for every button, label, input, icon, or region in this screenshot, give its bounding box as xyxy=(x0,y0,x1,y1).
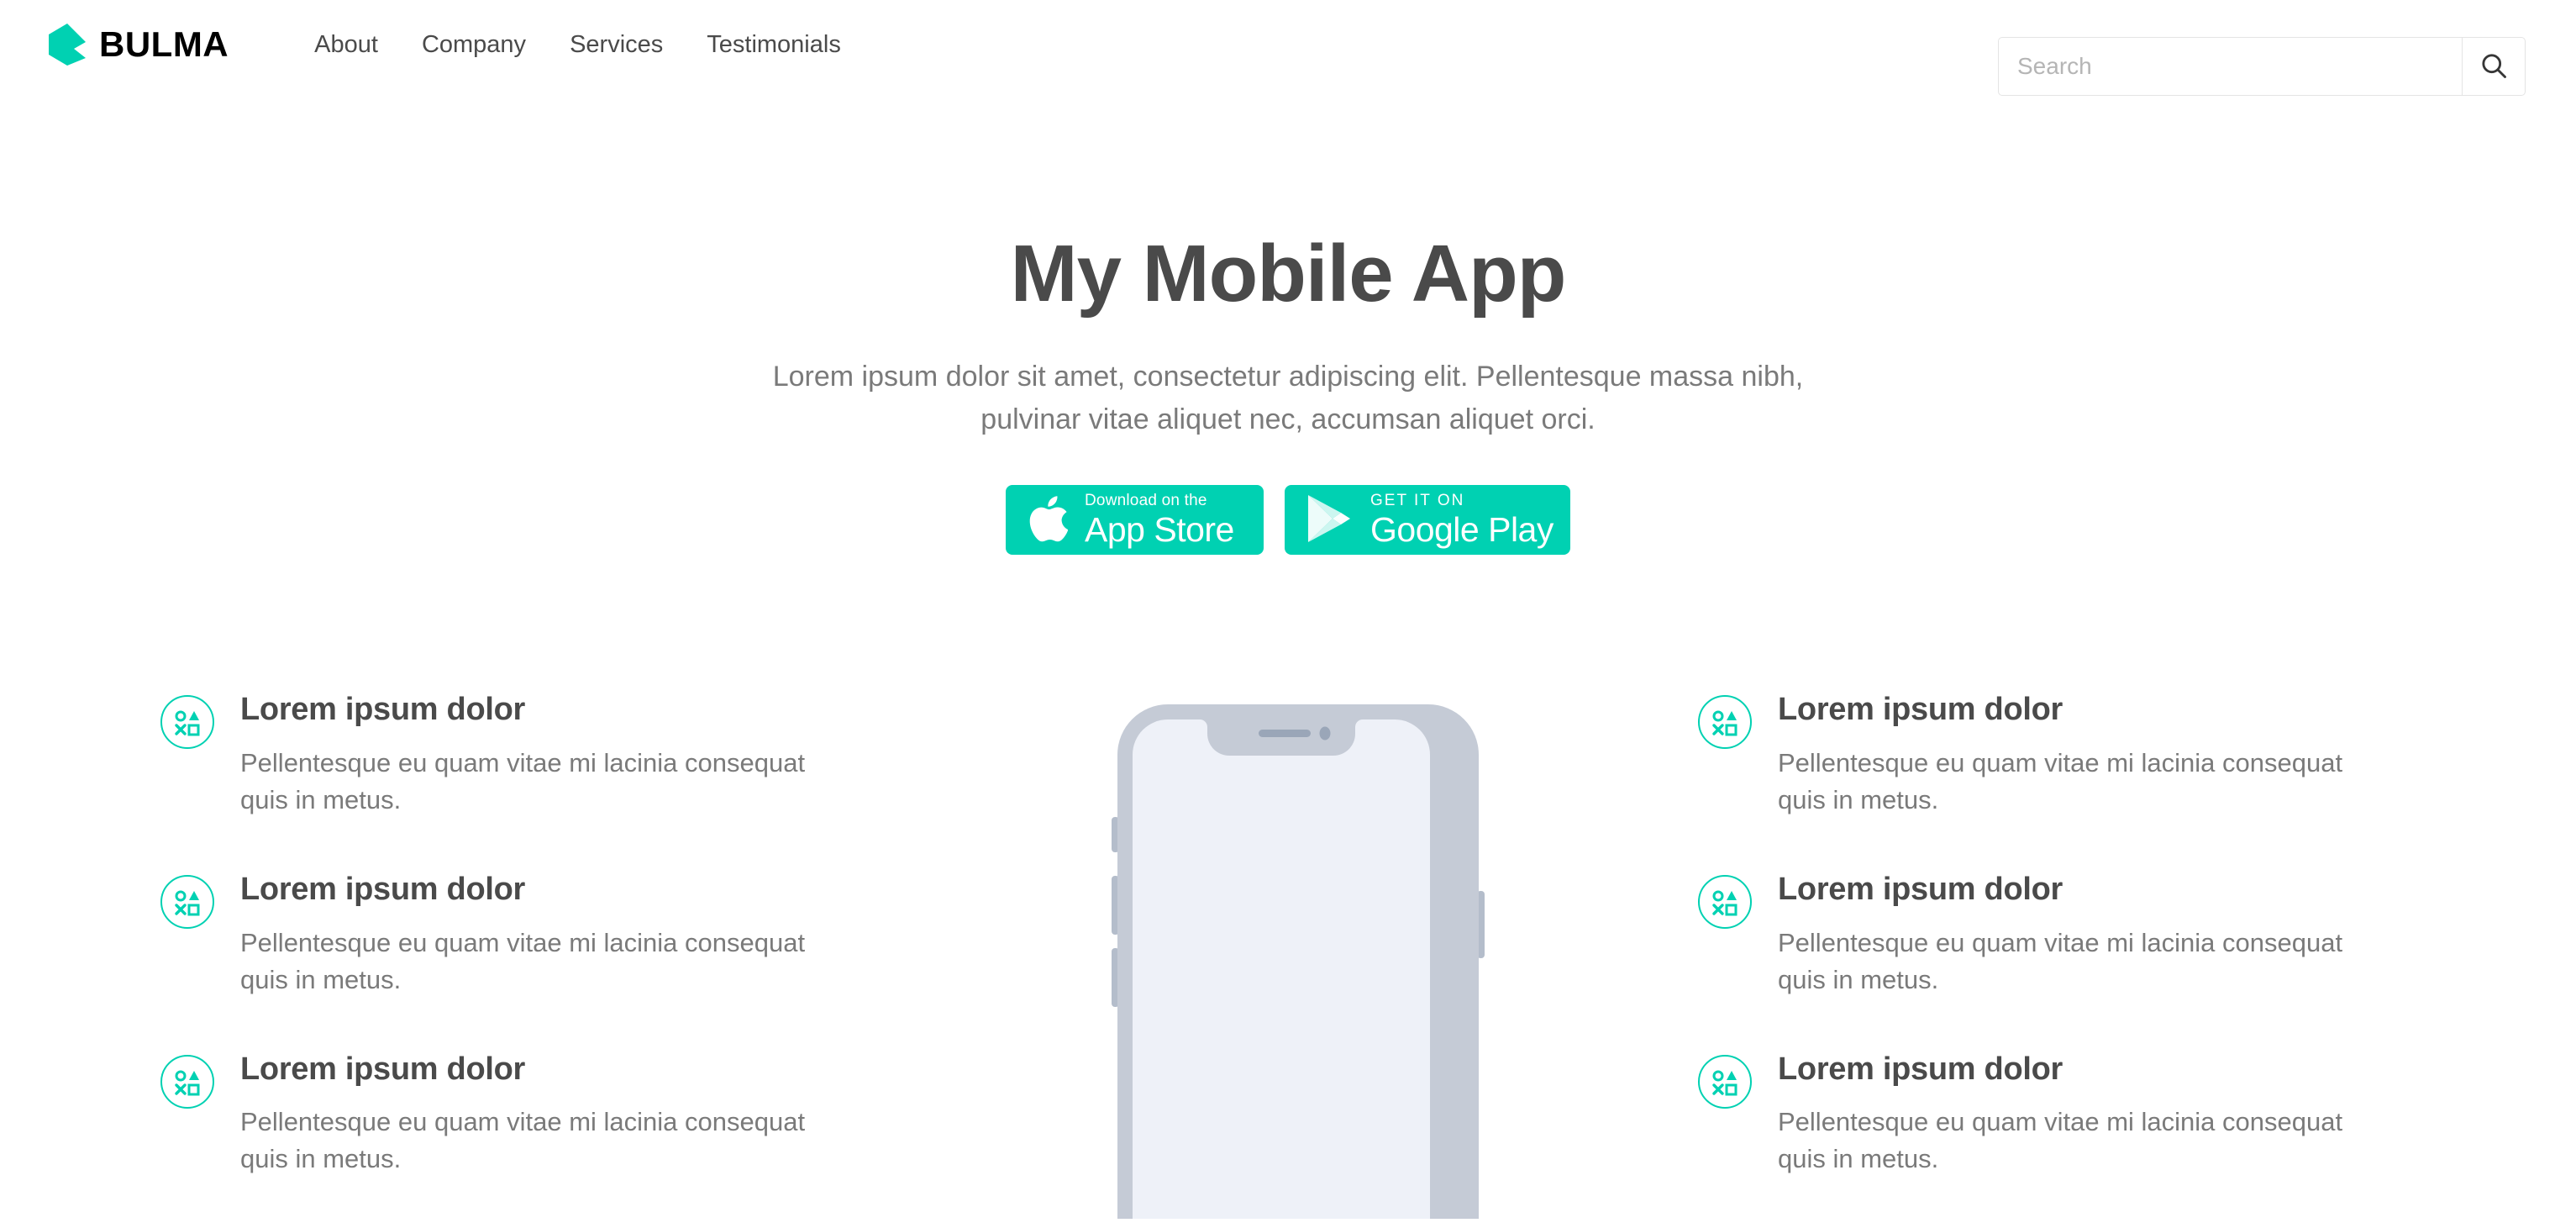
feature-title: Lorem ipsum dolor xyxy=(240,692,526,727)
phone-mockup xyxy=(1096,704,1500,1219)
feature-body: Lorem ipsum dolor Pellentesque eu quam v… xyxy=(240,689,845,819)
page-title: My Mobile App xyxy=(1010,229,1567,319)
app-store-small-text: Download on the xyxy=(1085,491,1207,509)
app-store-large-text: App Store xyxy=(1085,509,1234,549)
feature-item: Lorem ipsum dolor Pellentesque eu quam v… xyxy=(1697,689,2420,819)
feature-title: Lorem ipsum dolor xyxy=(1778,1051,2063,1087)
feature-item: Lorem ipsum dolor Pellentesque eu quam v… xyxy=(1697,869,2420,999)
nav-link-services[interactable]: Services xyxy=(568,28,665,62)
brand-name: BULMA xyxy=(99,24,229,64)
store-badges: Download on the App Store GET IT ON Goog… xyxy=(0,484,2576,555)
features-column-left: Lorem ipsum dolor Pellentesque eu quam v… xyxy=(160,689,882,1228)
nav-link-company[interactable]: Company xyxy=(420,28,528,62)
feature-item: Lorem ipsum dolor Pellentesque eu quam v… xyxy=(160,1049,882,1178)
shapes-circle-icon xyxy=(160,1054,215,1109)
feature-item: Lorem ipsum dolor Pellentesque eu quam v… xyxy=(160,869,882,999)
feature-title: Lorem ipsum dolor xyxy=(1778,871,2063,907)
feature-body: Lorem ipsum dolor Pellentesque eu quam v… xyxy=(1778,1049,2383,1178)
shapes-circle-icon xyxy=(1697,694,1753,750)
app-store-label: Download on the App Store xyxy=(1085,493,1234,547)
feature-title: Lorem ipsum dolor xyxy=(240,871,526,907)
shapes-circle-icon xyxy=(1697,874,1753,930)
feature-body: Lorem ipsum dolor Pellentesque eu quam v… xyxy=(240,1049,845,1178)
brand-logo-link[interactable]: BULMA xyxy=(49,24,229,66)
feature-body: Lorem ipsum dolor Pellentesque eu quam v… xyxy=(240,869,845,999)
search-input[interactable] xyxy=(1998,37,2462,96)
feature-title: Lorem ipsum dolor xyxy=(240,1051,526,1087)
feature-desc: Pellentesque eu quam vitae mi lacinia co… xyxy=(240,927,806,994)
shapes-circle-icon xyxy=(160,694,215,750)
shapes-circle-icon xyxy=(1697,1054,1753,1109)
google-play-large-text: Google Play xyxy=(1370,509,1553,549)
feature-desc: Pellentesque eu quam vitae mi lacinia co… xyxy=(240,747,806,814)
feature-desc: Pellentesque eu quam vitae mi lacinia co… xyxy=(1778,747,2343,814)
top-navbar: BULMA About Company Services Testimonial… xyxy=(0,0,2576,96)
search-icon xyxy=(2479,50,2509,83)
feature-desc: Pellentesque eu quam vitae mi lacinia co… xyxy=(1778,927,2343,994)
nav-link-testimonials[interactable]: Testimonials xyxy=(705,28,843,62)
hero-subtitle: Lorem ipsum dolor sit amet, consectetur … xyxy=(772,360,1804,435)
feature-item: Lorem ipsum dolor Pellentesque eu quam v… xyxy=(160,689,882,819)
feature-body: Lorem ipsum dolor Pellentesque eu quam v… xyxy=(1778,689,2383,819)
google-play-small-text: GET IT ON xyxy=(1370,491,1465,509)
google-play-label: GET IT ON Google Play xyxy=(1370,493,1553,547)
app-store-button[interactable]: Download on the App Store xyxy=(1006,484,1264,555)
search-button[interactable] xyxy=(2462,37,2526,96)
feature-body: Lorem ipsum dolor Pellentesque eu quam v… xyxy=(1778,869,2383,999)
features-column-right: Lorem ipsum dolor Pellentesque eu quam v… xyxy=(1697,689,2420,1228)
hero-section: My Mobile App Lorem ipsum dolor sit amet… xyxy=(0,89,2576,555)
apple-logo-icon xyxy=(1029,495,1069,545)
bulma-logo-icon xyxy=(49,24,86,66)
google-play-button[interactable]: GET IT ON Google Play xyxy=(1285,484,1570,555)
feature-item: Lorem ipsum dolor Pellentesque eu quam v… xyxy=(1697,1049,2420,1178)
feature-desc: Pellentesque eu quam vitae mi lacinia co… xyxy=(1778,1107,2343,1174)
google-play-triangle-icon xyxy=(1306,493,1352,546)
shapes-circle-icon xyxy=(160,874,215,930)
nav-link-about[interactable]: About xyxy=(313,28,380,62)
search-group xyxy=(1998,37,2526,96)
nav-links: About Company Services Testimonials xyxy=(313,28,843,62)
feature-desc: Pellentesque eu quam vitae mi lacinia co… xyxy=(240,1107,806,1174)
feature-title: Lorem ipsum dolor xyxy=(1778,692,2063,727)
